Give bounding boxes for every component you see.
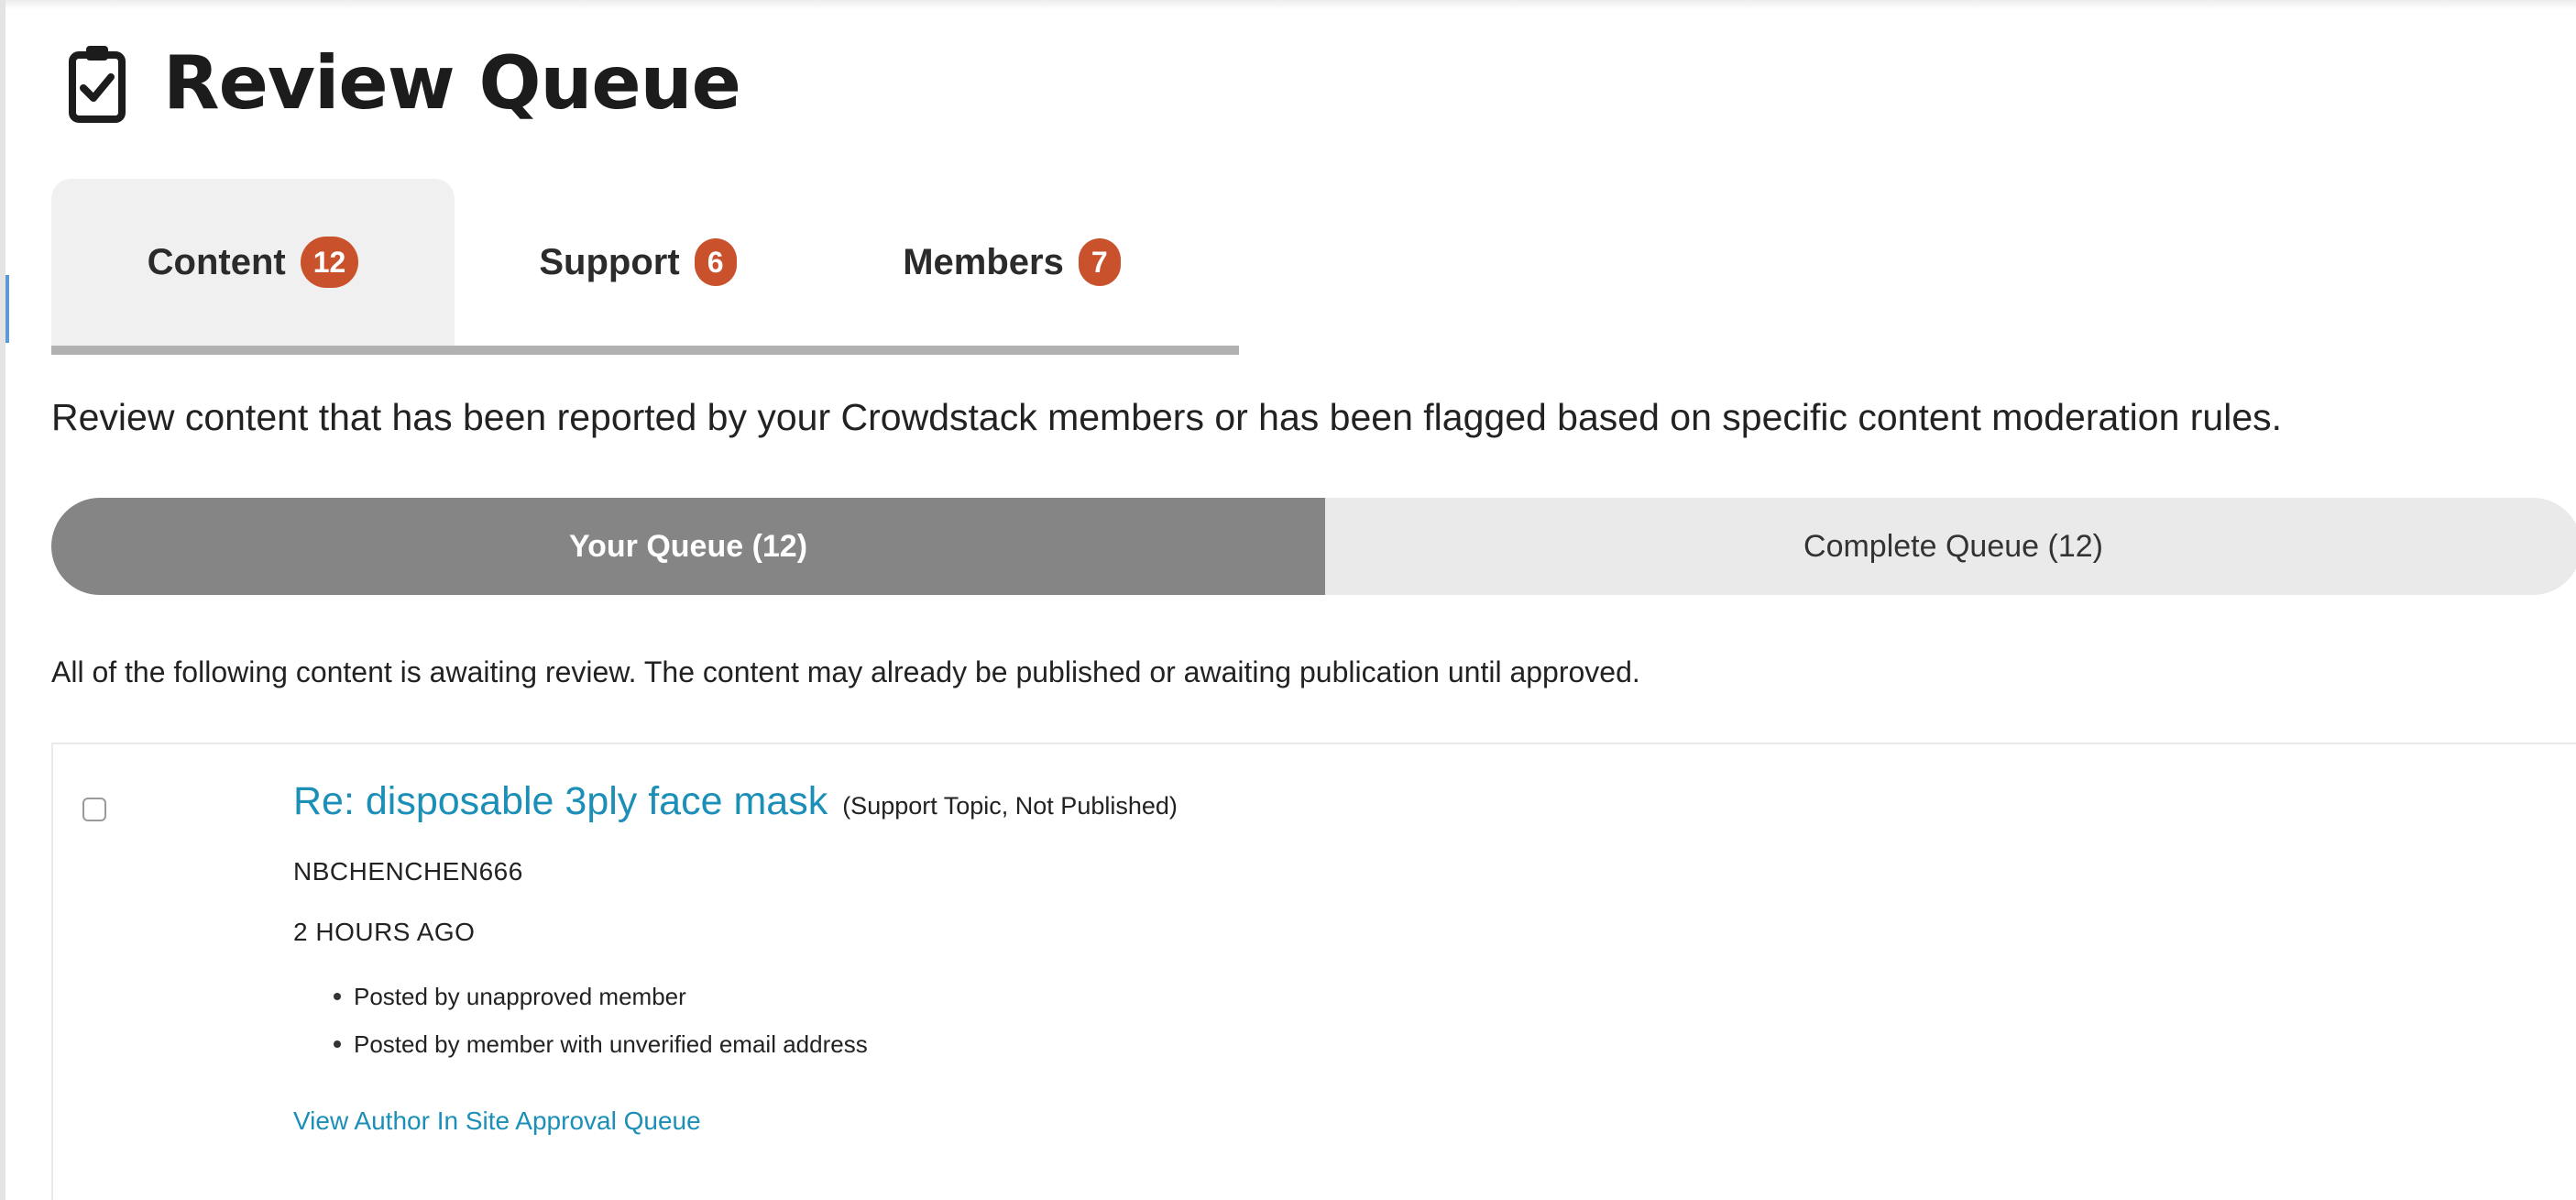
tab-members[interactable]: Members 7 <box>821 179 1202 346</box>
tab-content-count-badge: 12 <box>300 237 359 288</box>
page-description: Review content that has been reported by… <box>51 396 2283 438</box>
item-body: Re: disposable 3ply face mask (Support T… <box>293 779 1178 1136</box>
flag-reason: Posted by unapproved member <box>334 973 1178 1020</box>
left-edge-marker <box>5 275 9 343</box>
item-title-row: Re: disposable 3ply face mask (Support T… <box>293 779 1178 824</box>
clipboard-check-icon <box>69 46 126 123</box>
awaiting-review-note: All of the following content is awaiting… <box>51 655 1640 688</box>
tab-members-label: Members <box>903 241 1064 282</box>
tab-content[interactable]: Content 12 <box>51 179 455 355</box>
queue-toggle: Your Queue (12) Complete Queue (12) <box>51 498 2576 595</box>
page-header: Review Queue <box>68 28 741 138</box>
page-title: Review Queue <box>163 39 741 126</box>
flag-reasons-list: Posted by unapproved member Posted by me… <box>293 973 1178 1068</box>
view-author-approval-link[interactable]: View Author In Site Approval Queue <box>293 1106 701 1136</box>
tab-content-label: Content <box>147 241 286 282</box>
flag-reason: Posted by member with unverified email a… <box>334 1020 1178 1068</box>
item-author: NBCHENCHEN666 <box>293 857 523 886</box>
complete-queue-button[interactable]: Complete Queue (12) <box>1325 498 2576 595</box>
tab-support[interactable]: Support 6 <box>455 179 821 346</box>
item-timestamp: 2 HOURS AGO <box>293 918 476 946</box>
tabs-underline <box>51 346 1239 355</box>
item-title-link[interactable]: Re: disposable 3ply face mask <box>293 779 828 824</box>
tab-support-count-badge: 6 <box>694 238 737 286</box>
list-item: Re: disposable 3ply face mask (Support T… <box>51 743 2576 1200</box>
item-meta: (Support Topic, Not Published) <box>842 792 1178 820</box>
item-select-checkbox[interactable] <box>82 798 106 821</box>
your-queue-button[interactable]: Your Queue (12) <box>51 498 1325 595</box>
tab-support-label: Support <box>539 241 680 282</box>
review-tabs: Content 12 Support 6 Members 7 <box>51 179 1239 355</box>
top-border <box>5 0 2576 9</box>
tab-members-count-badge: 7 <box>1078 238 1121 286</box>
review-queue-page: Review Queue Content 12 Support 6 Member… <box>0 0 2576 1200</box>
